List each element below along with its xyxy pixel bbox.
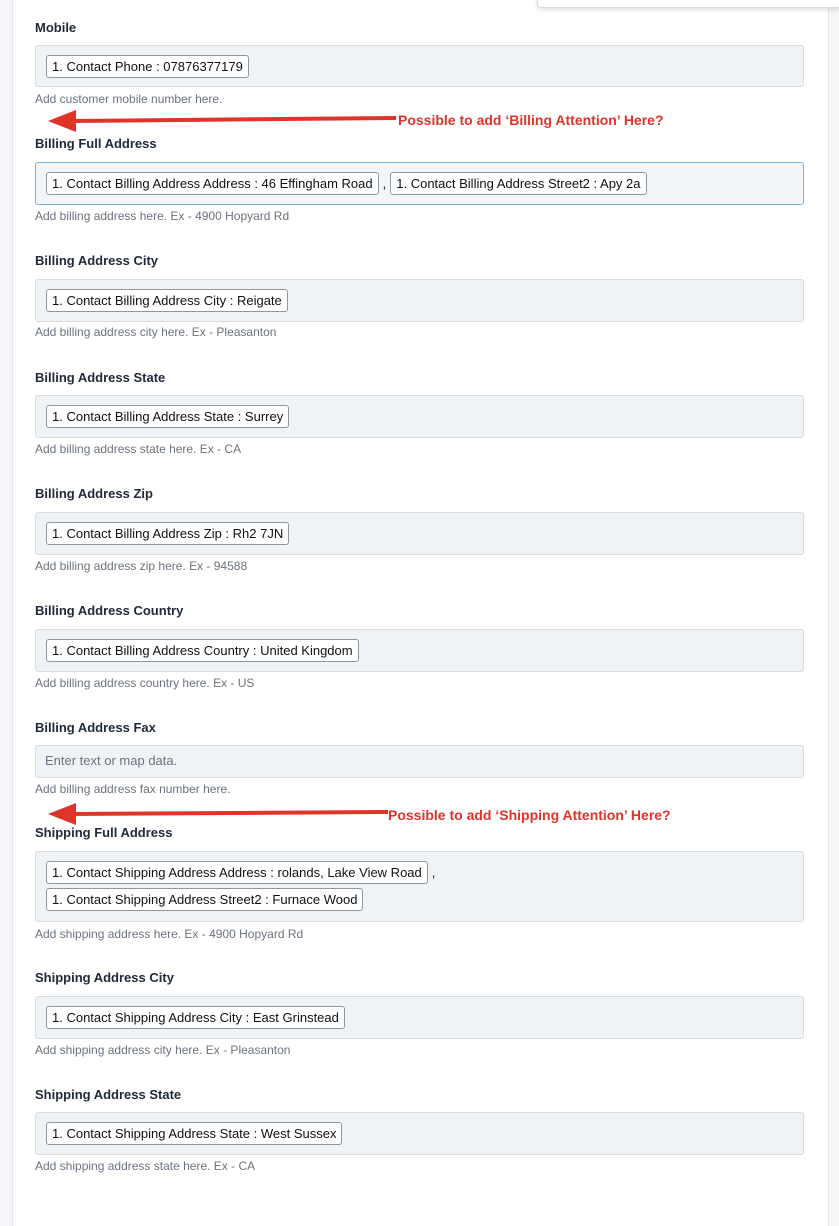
annotation-arrows <box>48 110 397 825</box>
billing-attention-arrow <box>48 110 397 132</box>
billing-attention-annotation: Possible to add ‘Billing Attention’ Here… <box>398 112 664 128</box>
shipping-attention-annotation: Possible to add ‘Shipping Attention’ Her… <box>388 807 671 823</box>
shipping-attention-arrow <box>48 803 389 825</box>
